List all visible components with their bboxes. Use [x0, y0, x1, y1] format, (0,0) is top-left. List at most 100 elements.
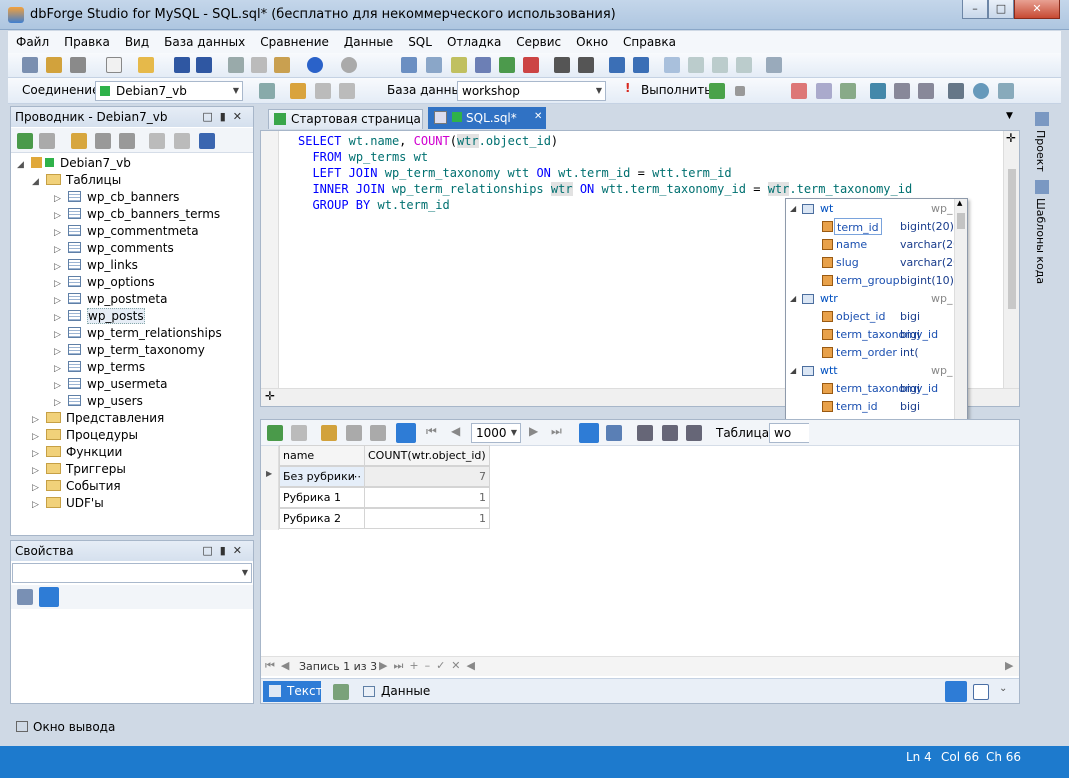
tree-table-item[interactable]: ▷ wp_term_relationships [54, 325, 222, 342]
grid-view-icon[interactable] [579, 423, 599, 443]
close-tab-icon[interactable]: ✕ [534, 111, 542, 122]
refresh-icon[interactable] [17, 133, 33, 149]
refresh-icon[interactable] [267, 425, 283, 441]
disconnect-icon[interactable] [119, 133, 135, 149]
scroll-thumb[interactable] [957, 213, 965, 229]
tree-table-item[interactable]: ▷ wp_term_taxonomy [54, 342, 205, 359]
ac-group-wtr[interactable]: ◢ wtr wp_ [786, 290, 954, 308]
page-size-select[interactable]: 1000 ▼ [471, 423, 521, 443]
split-icon[interactable]: ✛ [265, 389, 275, 403]
pivot-icon[interactable] [333, 684, 349, 700]
properties-object-select[interactable]: ▼ [12, 563, 252, 583]
edit-connection-icon[interactable] [290, 83, 306, 99]
column-header[interactable]: COUNT(wtr.object_id) [364, 445, 490, 466]
connect-icon[interactable] [95, 133, 111, 149]
tree-folder-views[interactable]: ▷ Представления [32, 410, 164, 427]
disconnect-icon[interactable] [315, 83, 331, 99]
filter-grid-icon[interactable] [662, 425, 678, 441]
new-file-icon[interactable] [106, 57, 122, 73]
ac-column-item[interactable]: slug varchar(20 [786, 254, 960, 272]
menu-tools[interactable]: Сервис [508, 31, 568, 49]
alphabetical-icon[interactable] [39, 587, 59, 607]
comment-icon[interactable] [609, 57, 625, 73]
menu-data[interactable]: Данные [336, 31, 400, 49]
tree-folder-procedures[interactable]: ▷ Процедуры [32, 427, 138, 444]
connection-select[interactable]: Debian7_vb ▼ [95, 81, 243, 101]
menu-database[interactable]: База данных [156, 31, 252, 49]
bookmark-prev-icon[interactable] [688, 57, 704, 73]
ac-column-item[interactable]: object_id bigi [786, 308, 954, 326]
tree-folder-triggers[interactable]: ▷ Триггеры [32, 461, 126, 478]
ac-column-item[interactable]: term_order int( [786, 344, 954, 362]
execute-button[interactable]: Выполнить [641, 83, 711, 97]
stop-icon[interactable] [39, 133, 55, 149]
tree-table-item[interactable]: ▷ wp_usermeta [54, 376, 168, 393]
delete-icon[interactable] [149, 133, 165, 149]
menu-help[interactable]: Справка [615, 31, 683, 49]
compare-icon[interactable] [894, 83, 910, 99]
menu-edit[interactable]: Правка [56, 31, 117, 49]
uncomment-icon[interactable] [633, 57, 649, 73]
bookmark-clear-icon[interactable] [736, 57, 752, 73]
tree-table-item[interactable]: ▷ wp_options [54, 274, 155, 291]
tree-table-item[interactable]: ▷ wp_cb_banners_terms [54, 206, 220, 223]
tree-table-item[interactable]: ▷ wp_users [54, 393, 143, 410]
save-all-icon[interactable] [196, 57, 212, 73]
close-button[interactable]: ✕ [1014, 0, 1060, 19]
table-cell[interactable]: Рубрика 1 [279, 487, 365, 508]
refresh-icon[interactable] [499, 57, 515, 73]
outdent-icon[interactable] [578, 57, 594, 73]
list-icon[interactable] [948, 83, 964, 99]
sync-icon[interactable] [918, 83, 934, 99]
first-page-icon[interactable]: ⏮ [426, 424, 437, 439]
clear-icon[interactable] [523, 57, 539, 73]
redo-icon[interactable] [341, 57, 357, 73]
edit-icon[interactable] [321, 425, 337, 441]
ellipsis-icon[interactable]: ⋯ [350, 467, 361, 487]
last-page-icon[interactable]: ⏭ [551, 424, 562, 439]
ac-group-wt[interactable]: ◢ wt wp_ [786, 200, 954, 218]
execute-plan-icon[interactable] [791, 83, 807, 99]
menu-window[interactable]: Окно [568, 31, 615, 49]
scroll-right-icon[interactable]: ▶ [1005, 659, 1013, 672]
profiler-icon[interactable] [816, 83, 832, 99]
tree-table-item[interactable]: ▷ wp_postmeta [54, 291, 167, 308]
tree-table-item[interactable]: ▷ wp_links [54, 257, 138, 274]
output-window-tab[interactable]: Окно вывода [16, 720, 115, 734]
new-connection-icon[interactable] [71, 133, 87, 149]
panel-buttons[interactable]: □▮✕ [202, 107, 249, 127]
paste-icon[interactable] [274, 57, 290, 73]
indent-icon[interactable] [554, 57, 570, 73]
new-object-icon[interactable] [70, 57, 86, 73]
replace-icon[interactable] [475, 57, 491, 73]
chevron-up-icon[interactable]: ▲ [957, 199, 962, 207]
clock-icon[interactable] [973, 83, 989, 99]
tab-list-chevron-icon[interactable]: ▼ [1006, 111, 1013, 121]
properties-icon[interactable] [199, 133, 215, 149]
tree-table-item[interactable]: ▷ wp_terms [54, 359, 145, 376]
ac-column-item[interactable]: term_group bigint(10) [786, 272, 954, 290]
ac-column-item[interactable]: term_taxonomy_id bigi [786, 380, 954, 398]
prev-page-icon[interactable]: ◀ [451, 424, 460, 438]
tree-table-item[interactable]: ▷ wp_cb_banners [54, 189, 179, 206]
open-folder-icon[interactable] [138, 57, 154, 73]
tree-table-item-selected[interactable]: ▷ wp_posts [54, 308, 145, 325]
refactor-icon[interactable] [426, 57, 442, 73]
stop-icon[interactable] [735, 86, 745, 96]
card-view-icon[interactable] [606, 425, 622, 441]
editor-vscrollbar[interactable]: ✛ [1003, 131, 1019, 388]
pointer-icon[interactable] [451, 57, 467, 73]
table-cell[interactable]: 7 [364, 466, 490, 487]
ac-column-item[interactable]: term_id bigint(20) u [786, 218, 964, 236]
filter-icon[interactable] [174, 133, 190, 149]
categorized-icon[interactable] [17, 589, 33, 605]
format-icon[interactable] [401, 57, 417, 73]
columns-icon[interactable] [637, 425, 653, 441]
ac-column-item[interactable]: name varchar(20 [786, 236, 960, 254]
menu-view[interactable]: Вид [117, 31, 156, 49]
table-cell[interactable]: Рубрика 2 [279, 508, 365, 529]
table-cell[interactable]: 1 [364, 487, 490, 508]
nav-next-last-icon[interactable]: ▶⏭+–✓✕◀ [379, 659, 481, 673]
database-select[interactable]: workshop ▼ [457, 81, 606, 101]
side-tab-snippets[interactable]: Шаблоны кода [1034, 198, 1047, 284]
